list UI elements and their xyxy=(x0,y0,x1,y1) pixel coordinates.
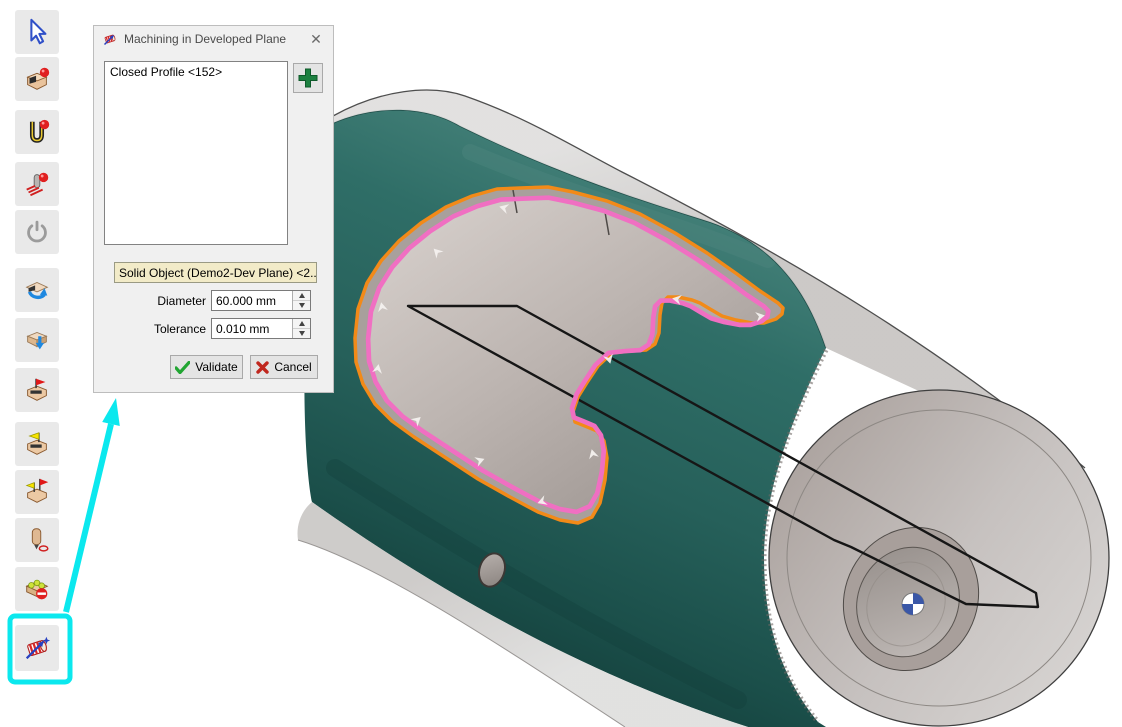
arrow-down-icon xyxy=(299,303,305,308)
application-window: Machining in Developed Plane ✕ Closed Pr… xyxy=(0,0,1122,727)
toolbar-left xyxy=(0,0,80,727)
power-icon xyxy=(22,217,52,247)
diameter-input[interactable] xyxy=(212,291,296,310)
select-cursor-icon xyxy=(22,17,52,47)
plus-icon xyxy=(297,67,319,89)
rotate-block-icon xyxy=(22,275,52,305)
toolbar-item-power-disabled[interactable] xyxy=(15,210,59,254)
diameter-row: Diameter xyxy=(94,290,333,311)
machining-developed-plane-icon xyxy=(22,633,52,663)
tolerance-spinbox[interactable] xyxy=(211,318,311,339)
stock-block-icon xyxy=(22,64,52,94)
dialog-title-icon xyxy=(102,31,118,47)
validate-label: Validate xyxy=(195,360,237,374)
toolbar-item-two-flags-block[interactable] xyxy=(15,470,59,514)
tolerance-label: Tolerance xyxy=(94,322,211,336)
diameter-label: Diameter xyxy=(94,294,211,308)
toolbar-item-yellow-flag-block[interactable] xyxy=(15,422,59,466)
two-flags-block-icon xyxy=(22,477,52,507)
yellow-flag-block-icon xyxy=(22,429,52,459)
toolbar-item-stock-block[interactable] xyxy=(15,57,59,101)
dialog-title: Machining in Developed Plane xyxy=(124,32,307,46)
x-icon xyxy=(256,361,269,374)
thread-tool-icon xyxy=(22,169,52,199)
tolerance-row: Tolerance xyxy=(94,318,333,339)
insert-block-icon xyxy=(22,325,52,355)
list-item-closed-profile[interactable]: Closed Profile <152> xyxy=(105,62,287,82)
red-flag-block-icon xyxy=(22,375,52,405)
toolbar-item-red-flag-block[interactable] xyxy=(15,368,59,412)
tolerance-input[interactable] xyxy=(212,319,296,338)
toolbar-item-machining-developed-plane[interactable] xyxy=(15,625,59,671)
groove-tool-icon xyxy=(22,117,52,147)
check-icon xyxy=(175,361,190,374)
toolbar-item-drill-tool[interactable] xyxy=(15,518,59,562)
diameter-spin-up[interactable] xyxy=(293,291,310,300)
drill-tool-icon xyxy=(22,525,52,555)
tolerance-spinner[interactable] xyxy=(292,319,310,338)
dialog-machining-developed-plane: Machining in Developed Plane ✕ Closed Pr… xyxy=(93,25,334,393)
toolbar-item-groove-tool[interactable] xyxy=(15,110,59,154)
validate-button[interactable]: Validate xyxy=(170,355,243,379)
arrow-up-icon xyxy=(299,321,305,326)
toolbar-item-insert-block[interactable] xyxy=(15,318,59,362)
solid-object-button[interactable]: Solid Object (Demo2-Dev Plane) <2... xyxy=(114,262,317,283)
dialog-button-row: Validate Cancel xyxy=(94,355,333,379)
close-icon[interactable]: ✕ xyxy=(307,30,325,48)
diameter-spinbox[interactable] xyxy=(211,290,311,311)
cancel-button[interactable]: Cancel xyxy=(250,355,318,379)
toolbar-item-select-cursor[interactable] xyxy=(15,10,59,54)
origin-marker xyxy=(902,593,924,615)
arrow-up-icon xyxy=(299,293,305,298)
profile-listbox[interactable]: Closed Profile <152> xyxy=(104,61,288,245)
toolbar-item-collision-check[interactable] xyxy=(15,567,59,611)
toolbar-item-thread-tool[interactable] xyxy=(15,162,59,206)
tolerance-spin-up[interactable] xyxy=(293,319,310,328)
toolbar-item-rotate-block[interactable] xyxy=(15,268,59,312)
diameter-spin-down[interactable] xyxy=(293,301,310,310)
dialog-titlebar[interactable]: Machining in Developed Plane ✕ xyxy=(94,26,333,52)
cancel-label: Cancel xyxy=(274,360,311,374)
arrow-down-icon xyxy=(299,331,305,336)
add-profile-button[interactable] xyxy=(293,63,323,93)
diameter-spinner[interactable] xyxy=(292,291,310,310)
tolerance-spin-down[interactable] xyxy=(293,329,310,338)
collision-check-icon xyxy=(22,574,52,604)
